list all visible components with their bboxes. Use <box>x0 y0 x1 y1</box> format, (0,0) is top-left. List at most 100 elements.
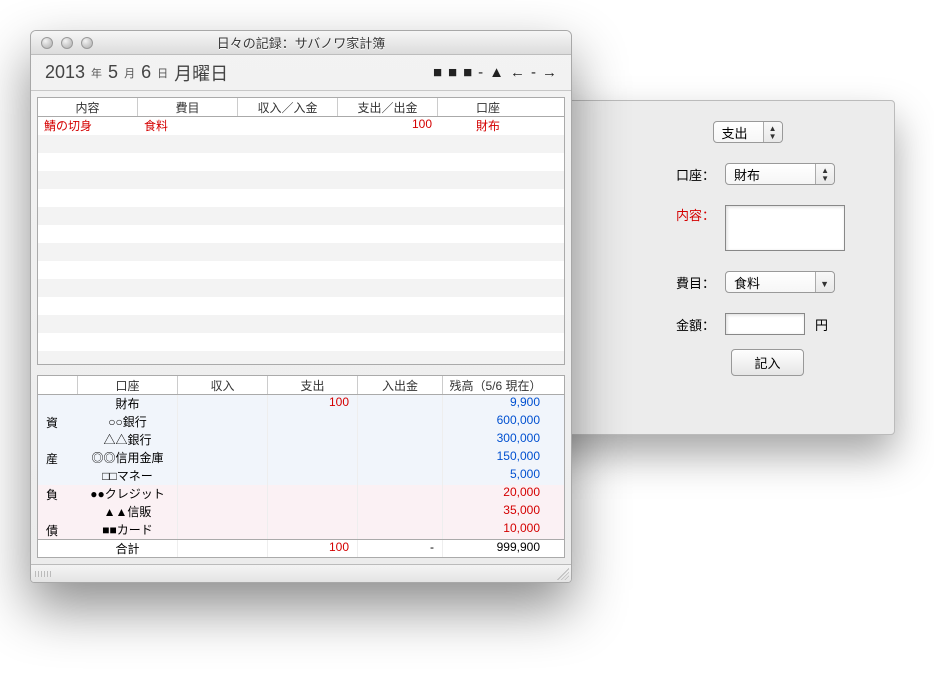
sum-expense: 100 <box>268 395 358 413</box>
sum-expense <box>268 449 358 467</box>
sum-account: ■■カード <box>78 521 178 539</box>
summary-row: □□マネー 5,000 <box>38 467 564 485</box>
summary-row: 産 ◎◎信用金庫 150,000 <box>38 449 564 467</box>
amount-unit: 円 <box>815 315 828 334</box>
summary-row: 資 ○○銀行 600,000 <box>38 413 564 431</box>
sum-transfer <box>358 467 443 485</box>
sum-balance: 9,900 <box>443 395 548 413</box>
sum-expense <box>268 503 358 521</box>
sum-expense <box>268 413 358 431</box>
submit-button[interactable]: 記入 <box>731 349 803 376</box>
chevron-down-icon: ▼ <box>820 280 829 288</box>
date-month-suffix: 月 <box>124 65 135 81</box>
summary-total-row: 合計 100 - 999,900 <box>38 539 564 557</box>
window-footer <box>31 564 571 582</box>
window-title: 日々の記録：サバノワ家計簿 <box>31 33 571 52</box>
sum-balance: 20,000 <box>443 485 548 503</box>
sum-income <box>178 449 268 467</box>
list-row[interactable]: 鯖の切身 食料 100 財布 <box>38 117 564 135</box>
account-select[interactable]: 財布 ▲▼ <box>725 163 835 185</box>
summary-row: 債 ■■カード 10,000 <box>38 521 564 539</box>
nav-up-icon[interactable]: ▲ <box>489 64 504 81</box>
sum-transfer <box>358 413 443 431</box>
sum-transfer <box>358 449 443 467</box>
sum-account: 財布 <box>78 395 178 413</box>
sum-col-blank <box>38 376 78 394</box>
account-select-value: 財布 <box>734 165 760 184</box>
sum-total-balance: 999,900 <box>443 540 548 557</box>
sum-total-expense: 100 <box>268 540 358 557</box>
list-col-account: 口座 <box>438 98 538 116</box>
sum-income <box>178 521 268 539</box>
sum-account: △△銀行 <box>78 431 178 449</box>
sum-col-balance: 残高（5/6 現在） <box>443 376 548 394</box>
nav-sep: - <box>478 64 483 81</box>
sum-income <box>178 395 268 413</box>
list-col-content: 内容 <box>38 98 138 116</box>
sum-account: ○○銀行 <box>78 413 178 431</box>
summary-row: △△銀行 300,000 <box>38 431 564 449</box>
sum-expense <box>268 485 358 503</box>
sum-expense <box>268 467 358 485</box>
category-cell <box>38 467 78 485</box>
sum-col-account: 口座 <box>78 376 178 394</box>
sum-transfer <box>358 431 443 449</box>
nav-block3-icon[interactable]: ■ <box>463 64 472 81</box>
sum-account: ●●クレジット <box>78 485 178 503</box>
summary-header-row: 口座 収入 支出 入出金 残高（5/6 現在） <box>37 375 565 395</box>
sum-income <box>178 413 268 431</box>
date-year: 2013 <box>45 62 85 83</box>
cell-account: 財布 <box>438 117 538 135</box>
cell-content: 鯖の切身 <box>38 117 138 135</box>
nav-prev-icon[interactable]: ← <box>510 64 525 81</box>
date-bar: 2013 年 5 月 6 日 月曜日 ■ ■ ■ - ▲ ← - → <box>31 55 571 91</box>
sum-balance: 35,000 <box>443 503 548 521</box>
category-cell <box>38 395 78 413</box>
sum-account: □□マネー <box>78 467 178 485</box>
sum-balance: 600,000 <box>443 413 548 431</box>
zoom-icon[interactable] <box>81 37 93 49</box>
sum-income <box>178 503 268 521</box>
content-label: 内容： <box>671 205 715 224</box>
summary-row: 負 ●●クレジット 20,000 <box>38 485 564 503</box>
sum-income <box>178 485 268 503</box>
category-select-value: 食料 <box>734 273 760 292</box>
nav-block2-icon[interactable]: ■ <box>448 64 457 81</box>
list-header-row: 内容 費目 収入／入金 支出／出金 口座 <box>37 97 565 117</box>
date-year-suffix: 年 <box>91 65 102 81</box>
main-window: 日々の記録：サバノワ家計簿 2013 年 5 月 6 日 月曜日 ■ ■ ■ -… <box>30 30 572 583</box>
sum-income <box>178 467 268 485</box>
minimize-icon[interactable] <box>61 37 73 49</box>
type-select[interactable]: 支出 ▲▼ <box>713 121 783 143</box>
amount-label: 金額： <box>671 315 715 334</box>
list-body[interactable]: 鯖の切身 食料 100 財布 <box>37 117 565 365</box>
sum-total-label: 合計 <box>78 540 178 557</box>
sum-col-expense: 支出 <box>268 376 358 394</box>
cell-income <box>238 117 338 135</box>
close-icon[interactable] <box>41 37 53 49</box>
sum-account: ▲▲信販 <box>78 503 178 521</box>
sum-total-income <box>178 540 268 557</box>
nav-next-icon[interactable]: → <box>542 64 557 81</box>
category-label: 費目： <box>671 273 715 292</box>
content-input[interactable] <box>725 205 845 251</box>
amount-input[interactable] <box>725 313 805 335</box>
sum-transfer <box>358 521 443 539</box>
nav-block1-icon[interactable]: ■ <box>433 64 442 81</box>
sum-expense <box>268 431 358 449</box>
category-cell <box>38 503 78 521</box>
date-month: 5 <box>108 62 118 83</box>
sum-balance: 10,000 <box>443 521 548 539</box>
updown-icon: ▲▼ <box>821 167 829 183</box>
sum-transfer <box>358 503 443 521</box>
sum-balance: 5,000 <box>443 467 548 485</box>
summary-body: 財布 100 9,900 資 ○○銀行 600,000 △△銀行 <box>37 395 565 558</box>
category-select[interactable]: 食料 ▼ <box>725 271 835 293</box>
date-weekday: 月曜日 <box>174 60 228 86</box>
list-col-category: 費目 <box>138 98 238 116</box>
cell-category: 食料 <box>138 117 238 135</box>
sum-col-transfer: 入出金 <box>358 376 443 394</box>
date-day-suffix: 日 <box>157 65 168 81</box>
sum-income <box>178 431 268 449</box>
titlebar: 日々の記録：サバノワ家計簿 <box>31 31 571 55</box>
